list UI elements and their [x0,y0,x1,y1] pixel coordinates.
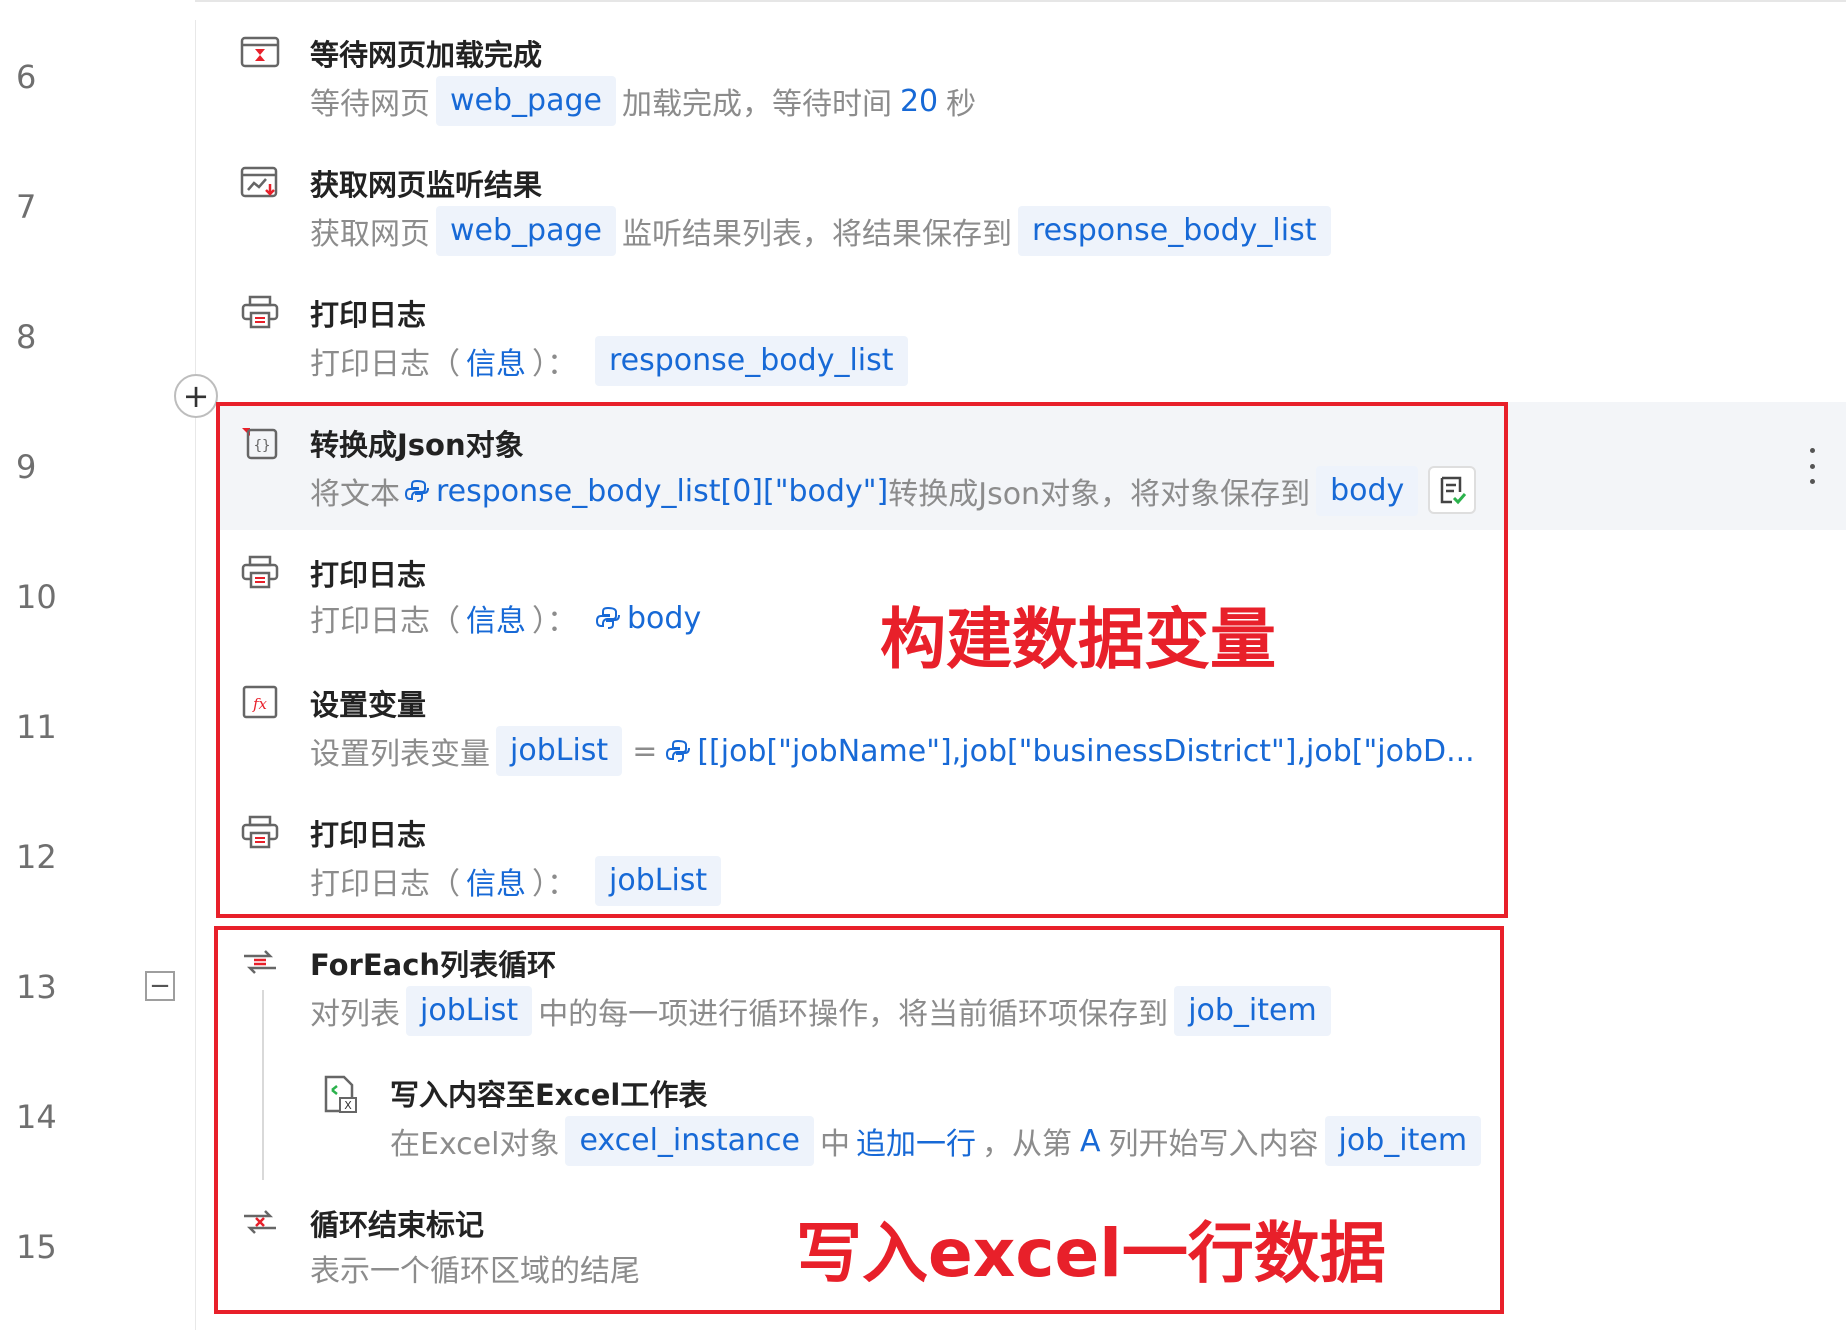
step-title: 获取网页监听结果 [310,168,543,202]
gutter-divider [195,20,196,1330]
line-number: 8 [16,318,37,356]
desc-text: 秒 [946,87,977,122]
step-description: 打印日志（ 信息 ）： response_body_list [310,336,914,386]
more-options-icon[interactable] [1808,448,1816,484]
line-number: 14 [16,1098,57,1136]
line-number: 7 [16,188,37,226]
annotation-box-build-variables [216,402,1508,918]
annotation-label: 构建数据变量 [880,601,1276,678]
line-number: 11 [16,708,57,746]
variable-chip[interactable]: response_body_list [1017,206,1331,256]
desc-text: 获取网页 [310,217,430,252]
desc-text: 等待网页 [310,87,430,122]
hourglass-browser-icon [240,36,280,68]
collapse-loop-button[interactable]: − [145,971,175,1001]
browser-chart-icon [240,166,278,198]
step-title: 打印日志 [310,298,427,332]
desc-text: 加载完成，等待时间 [621,87,892,122]
log-level[interactable]: 信息 [466,339,526,383]
annotation-label: 写入excel一行数据 [796,1215,1386,1292]
variable-chip[interactable]: response_body_list [595,336,908,386]
line-number: 9 [16,448,37,486]
desc-text: 监听结果列表，将结果保存到 [621,217,1012,252]
line-number: 15 [16,1228,57,1266]
line-number: 6 [16,58,37,96]
desc-text: 打印日志（ [310,347,460,382]
step-description: 等待网页 web_page 加载完成，等待时间 20 秒 [310,76,976,126]
line-number: 12 [16,838,57,876]
variable-chip[interactable]: web_page [436,76,616,126]
value-text[interactable]: 20 [900,84,938,119]
add-step-button[interactable]: + [174,374,218,418]
variable-chip[interactable]: web_page [436,206,616,256]
step-title: 等待网页加载完成 [310,38,543,72]
desc-text: ）： [532,347,577,382]
step-description: 获取网页 web_page 监听结果列表，将结果保存到 response_bod… [310,206,1337,256]
line-number: 13 [16,968,57,1006]
top-divider [195,0,1846,2]
line-number: 10 [16,578,57,616]
printer-icon [241,295,279,329]
